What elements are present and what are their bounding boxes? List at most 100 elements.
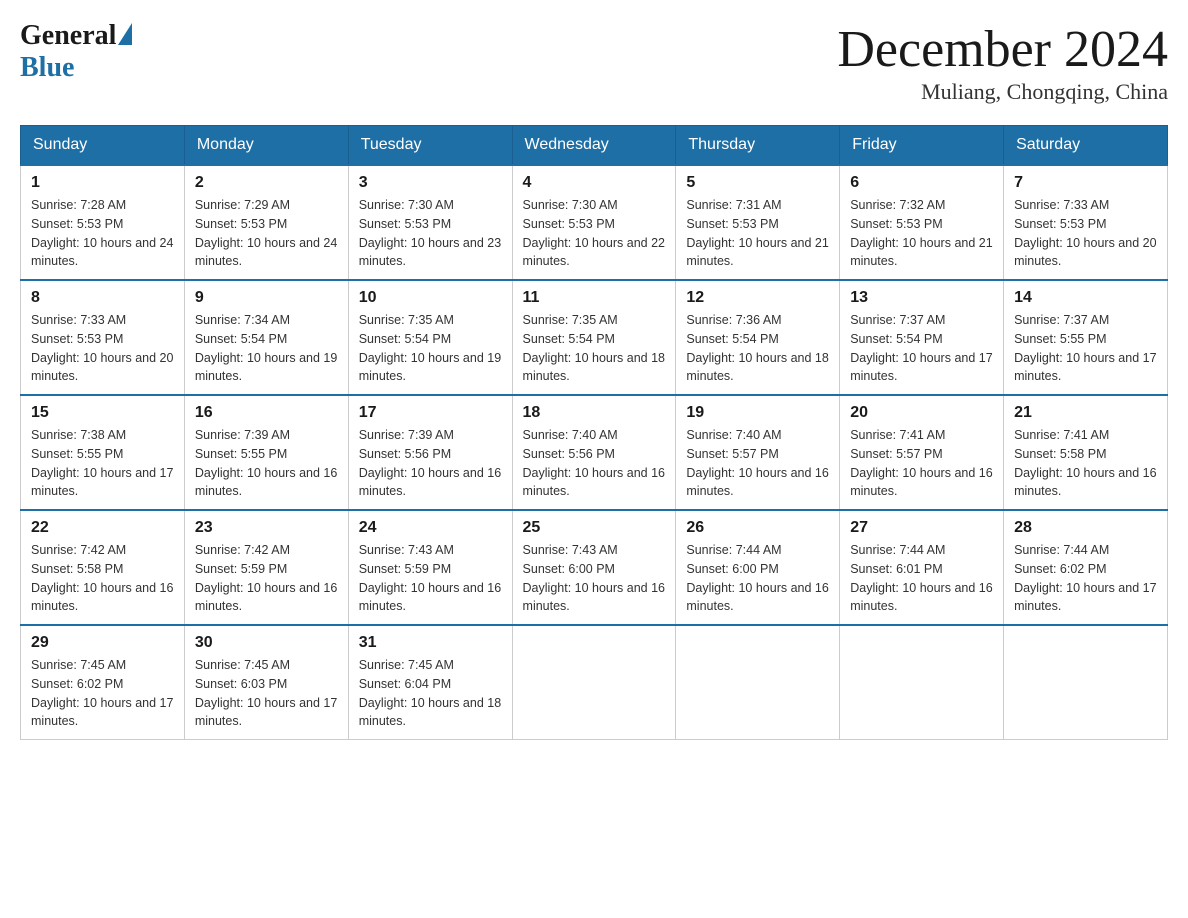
day-info: Sunrise: 7:37 AMSunset: 5:54 PMDaylight:… — [850, 313, 992, 383]
day-number: 9 — [195, 289, 338, 307]
day-number: 26 — [686, 519, 829, 537]
day-number: 19 — [686, 404, 829, 422]
table-row: 12 Sunrise: 7:36 AMSunset: 5:54 PMDaylig… — [676, 280, 840, 395]
day-number: 23 — [195, 519, 338, 537]
table-row: 26 Sunrise: 7:44 AMSunset: 6:00 PMDaylig… — [676, 510, 840, 625]
table-row: 21 Sunrise: 7:41 AMSunset: 5:58 PMDaylig… — [1004, 395, 1168, 510]
day-info: Sunrise: 7:34 AMSunset: 5:54 PMDaylight:… — [195, 313, 337, 383]
day-number: 30 — [195, 634, 338, 652]
table-row: 4 Sunrise: 7:30 AMSunset: 5:53 PMDayligh… — [512, 165, 676, 280]
day-number: 15 — [31, 404, 174, 422]
day-info: Sunrise: 7:39 AMSunset: 5:55 PMDaylight:… — [195, 428, 337, 498]
table-row — [840, 625, 1004, 740]
table-row: 23 Sunrise: 7:42 AMSunset: 5:59 PMDaylig… — [184, 510, 348, 625]
header-wednesday: Wednesday — [512, 126, 676, 166]
table-row: 8 Sunrise: 7:33 AMSunset: 5:53 PMDayligh… — [21, 280, 185, 395]
day-number: 5 — [686, 174, 829, 192]
table-row: 17 Sunrise: 7:39 AMSunset: 5:56 PMDaylig… — [348, 395, 512, 510]
table-row: 9 Sunrise: 7:34 AMSunset: 5:54 PMDayligh… — [184, 280, 348, 395]
calendar-week-row: 22 Sunrise: 7:42 AMSunset: 5:58 PMDaylig… — [21, 510, 1168, 625]
day-number: 21 — [1014, 404, 1157, 422]
table-row: 14 Sunrise: 7:37 AMSunset: 5:55 PMDaylig… — [1004, 280, 1168, 395]
day-number: 8 — [31, 289, 174, 307]
day-info: Sunrise: 7:28 AMSunset: 5:53 PMDaylight:… — [31, 198, 173, 268]
table-row: 19 Sunrise: 7:40 AMSunset: 5:57 PMDaylig… — [676, 395, 840, 510]
day-number: 25 — [523, 519, 666, 537]
day-number: 17 — [359, 404, 502, 422]
day-info: Sunrise: 7:43 AMSunset: 5:59 PMDaylight:… — [359, 543, 501, 613]
table-row: 5 Sunrise: 7:31 AMSunset: 5:53 PMDayligh… — [676, 165, 840, 280]
table-row: 18 Sunrise: 7:40 AMSunset: 5:56 PMDaylig… — [512, 395, 676, 510]
logo-triangle-icon — [118, 23, 132, 45]
logo-general-text: General — [20, 20, 116, 52]
calendar-week-row: 29 Sunrise: 7:45 AMSunset: 6:02 PMDaylig… — [21, 625, 1168, 740]
logo-blue-text: Blue — [20, 52, 74, 84]
day-info: Sunrise: 7:31 AMSunset: 5:53 PMDaylight:… — [686, 198, 828, 268]
table-row: 30 Sunrise: 7:45 AMSunset: 6:03 PMDaylig… — [184, 625, 348, 740]
day-number: 13 — [850, 289, 993, 307]
day-number: 27 — [850, 519, 993, 537]
table-row: 1 Sunrise: 7:28 AMSunset: 5:53 PMDayligh… — [21, 165, 185, 280]
day-number: 20 — [850, 404, 993, 422]
day-info: Sunrise: 7:36 AMSunset: 5:54 PMDaylight:… — [686, 313, 828, 383]
day-number: 6 — [850, 174, 993, 192]
day-info: Sunrise: 7:42 AMSunset: 5:58 PMDaylight:… — [31, 543, 173, 613]
day-info: Sunrise: 7:33 AMSunset: 5:53 PMDaylight:… — [31, 313, 173, 383]
day-info: Sunrise: 7:44 AMSunset: 6:02 PMDaylight:… — [1014, 543, 1156, 613]
day-number: 16 — [195, 404, 338, 422]
day-info: Sunrise: 7:40 AMSunset: 5:56 PMDaylight:… — [523, 428, 665, 498]
day-info: Sunrise: 7:45 AMSunset: 6:04 PMDaylight:… — [359, 658, 501, 728]
day-number: 14 — [1014, 289, 1157, 307]
day-info: Sunrise: 7:43 AMSunset: 6:00 PMDaylight:… — [523, 543, 665, 613]
day-info: Sunrise: 7:37 AMSunset: 5:55 PMDaylight:… — [1014, 313, 1156, 383]
table-row: 29 Sunrise: 7:45 AMSunset: 6:02 PMDaylig… — [21, 625, 185, 740]
table-row: 11 Sunrise: 7:35 AMSunset: 5:54 PMDaylig… — [512, 280, 676, 395]
day-number: 1 — [31, 174, 174, 192]
day-number: 18 — [523, 404, 666, 422]
day-info: Sunrise: 7:30 AMSunset: 5:53 PMDaylight:… — [523, 198, 665, 268]
calendar-header-row: Sunday Monday Tuesday Wednesday Thursday… — [21, 126, 1168, 166]
day-number: 7 — [1014, 174, 1157, 192]
day-info: Sunrise: 7:39 AMSunset: 5:56 PMDaylight:… — [359, 428, 501, 498]
table-row: 27 Sunrise: 7:44 AMSunset: 6:01 PMDaylig… — [840, 510, 1004, 625]
header-saturday: Saturday — [1004, 126, 1168, 166]
day-number: 2 — [195, 174, 338, 192]
day-number: 22 — [31, 519, 174, 537]
day-info: Sunrise: 7:40 AMSunset: 5:57 PMDaylight:… — [686, 428, 828, 498]
title-section: December 2024 Muliang, Chongqing, China — [837, 20, 1168, 105]
header-tuesday: Tuesday — [348, 126, 512, 166]
table-row: 16 Sunrise: 7:39 AMSunset: 5:55 PMDaylig… — [184, 395, 348, 510]
header-sunday: Sunday — [21, 126, 185, 166]
table-row — [676, 625, 840, 740]
header-friday: Friday — [840, 126, 1004, 166]
day-info: Sunrise: 7:32 AMSunset: 5:53 PMDaylight:… — [850, 198, 992, 268]
table-row: 31 Sunrise: 7:45 AMSunset: 6:04 PMDaylig… — [348, 625, 512, 740]
day-number: 4 — [523, 174, 666, 192]
table-row — [1004, 625, 1168, 740]
table-row — [512, 625, 676, 740]
day-number: 12 — [686, 289, 829, 307]
day-info: Sunrise: 7:29 AMSunset: 5:53 PMDaylight:… — [195, 198, 337, 268]
day-number: 31 — [359, 634, 502, 652]
day-info: Sunrise: 7:38 AMSunset: 5:55 PMDaylight:… — [31, 428, 173, 498]
day-info: Sunrise: 7:33 AMSunset: 5:53 PMDaylight:… — [1014, 198, 1156, 268]
logo: General Blue — [20, 20, 132, 84]
day-number: 24 — [359, 519, 502, 537]
day-number: 28 — [1014, 519, 1157, 537]
calendar-week-row: 1 Sunrise: 7:28 AMSunset: 5:53 PMDayligh… — [21, 165, 1168, 280]
table-row: 20 Sunrise: 7:41 AMSunset: 5:57 PMDaylig… — [840, 395, 1004, 510]
header-monday: Monday — [184, 126, 348, 166]
day-info: Sunrise: 7:44 AMSunset: 6:00 PMDaylight:… — [686, 543, 828, 613]
location-subtitle: Muliang, Chongqing, China — [837, 79, 1168, 105]
day-number: 3 — [359, 174, 502, 192]
day-info: Sunrise: 7:35 AMSunset: 5:54 PMDaylight:… — [359, 313, 501, 383]
day-info: Sunrise: 7:45 AMSunset: 6:02 PMDaylight:… — [31, 658, 173, 728]
table-row: 7 Sunrise: 7:33 AMSunset: 5:53 PMDayligh… — [1004, 165, 1168, 280]
table-row: 2 Sunrise: 7:29 AMSunset: 5:53 PMDayligh… — [184, 165, 348, 280]
day-info: Sunrise: 7:35 AMSunset: 5:54 PMDaylight:… — [523, 313, 665, 383]
page-header: General Blue December 2024 Muliang, Chon… — [20, 20, 1168, 105]
calendar-table: Sunday Monday Tuesday Wednesday Thursday… — [20, 125, 1168, 740]
day-info: Sunrise: 7:42 AMSunset: 5:59 PMDaylight:… — [195, 543, 337, 613]
day-info: Sunrise: 7:45 AMSunset: 6:03 PMDaylight:… — [195, 658, 337, 728]
calendar-week-row: 15 Sunrise: 7:38 AMSunset: 5:55 PMDaylig… — [21, 395, 1168, 510]
